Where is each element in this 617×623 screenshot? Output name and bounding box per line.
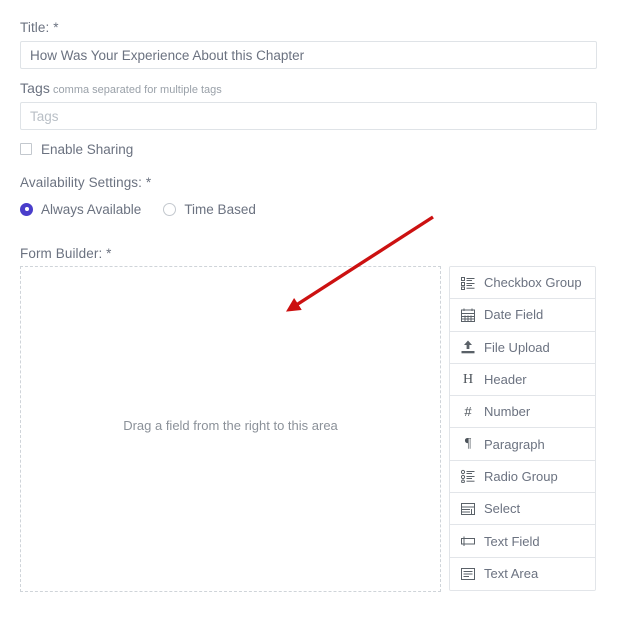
palette-item-label: Text Area [484,566,539,582]
palette-item-label: Text Field [484,533,540,549]
tags-hint-text: comma separated for multiple tags [49,84,222,96]
palette-item-label: Number [484,404,531,420]
palette-item-number[interactable]: # Number [450,396,595,429]
hash-icon: # [464,404,472,420]
field-palette-list: Checkbox Group Date Field File Upload H … [449,266,596,591]
form-builder-label-text: Form Builder: [20,246,103,261]
radio-time-based-label: Time Based [184,201,256,217]
palette-item-select[interactable]: Select [450,493,595,526]
palette-item-label: File Upload [484,339,550,355]
title-label-text: Title: [20,20,50,35]
availability-required-mark: * [142,175,152,190]
radio-always-available-label: Always Available [41,201,142,217]
radio-always-available[interactable]: Always Available [20,202,141,217]
palette-item-label: Date Field [484,307,544,323]
enable-sharing-label: Enable Sharing [41,141,134,157]
palette-item-paragraph[interactable]: ¶ Paragraph [450,428,595,461]
title-input[interactable] [20,41,597,69]
availability-settings-label: Availability Settings: * [20,175,151,190]
form-builder-drop-zone[interactable]: Drag a field from the right to this area [20,266,441,592]
availability-label-text: Availability Settings: [20,175,143,190]
palette-item-text-field[interactable]: Text Field [450,525,595,558]
tags-input[interactable] [20,102,597,130]
radio-always-available-dot[interactable] [20,202,33,216]
text-field-icon [461,534,475,548]
checkbox-group-icon [461,276,475,290]
form-builder-label: Form Builder: * [20,246,112,261]
radio-time-based[interactable]: Time Based [163,202,256,217]
radio-group-icon [461,469,475,484]
palette-item-date-field[interactable]: Date Field [450,299,595,332]
form-builder-required-mark: * [102,246,112,261]
palette-item-label: Checkbox Group [484,275,582,291]
form-builder-page: Title: * Tags comma separated for multip… [0,0,617,623]
palette-item-label: Select [484,501,521,517]
title-required-mark: * [49,20,59,35]
availability-radio-group: Always Available Time Based [20,201,256,217]
select-dropdown-icon [461,502,475,516]
tags-label-text: Tags [20,80,50,96]
enable-sharing-row[interactable]: Enable Sharing [20,141,133,157]
palette-item-file-upload[interactable]: File Upload [450,331,595,364]
pilcrow-icon: ¶ [464,436,472,452]
palette-item-text-area[interactable]: Text Area [450,557,595,590]
text-area-icon [461,567,475,581]
tags-field-label: Tags comma separated for multiple tags [20,80,222,96]
calendar-icon [461,308,475,322]
upload-icon [461,340,475,354]
enable-sharing-checkbox[interactable] [20,143,32,155]
drop-zone-hint-text: Drag a field from the right to this area [123,418,338,433]
palette-item-label: Paragraph [484,436,545,452]
palette-item-header[interactable]: H Header [450,363,595,397]
radio-time-based-dot[interactable] [163,202,177,216]
palette-item-label: Radio Group [484,468,558,484]
palette-item-checkbox-group[interactable]: Checkbox Group [450,267,595,300]
header-h-icon: H [462,371,474,387]
palette-item-radio-group[interactable]: Radio Group [450,460,595,494]
palette-item-label: Header [484,372,527,388]
title-field-label: Title: * [20,20,59,35]
